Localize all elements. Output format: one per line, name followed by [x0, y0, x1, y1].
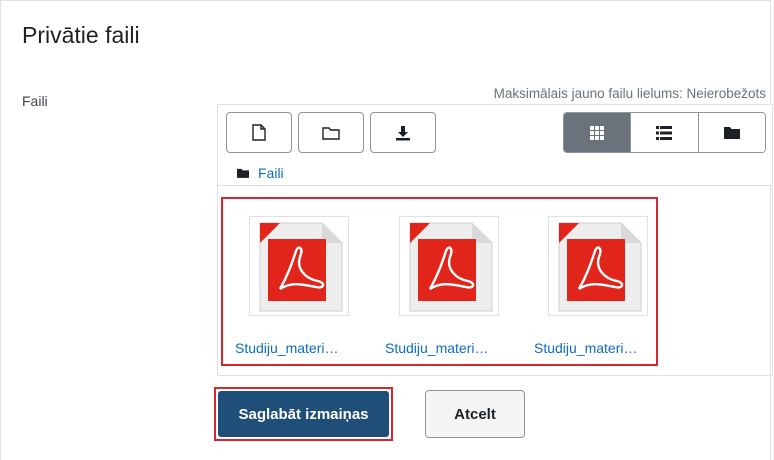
cancel-button[interactable]: Atcelt	[425, 390, 525, 438]
file-name[interactable]: Studiju_materi…	[385, 340, 489, 356]
max-file-size-text: Maksimālais jauno failu lielums: Neierob…	[493, 86, 766, 101]
file-thumbnail	[399, 216, 499, 316]
file-icon	[252, 124, 266, 141]
pdf-icon	[259, 222, 343, 312]
breadcrumb: Faili	[237, 165, 284, 181]
breadcrumb-root-link[interactable]: Faili	[258, 165, 284, 181]
file-manager-toolbar: Faili	[218, 105, 772, 186]
pdf-icon	[558, 222, 642, 312]
file-manager: Faili Studiju_materi… Studiju_materi… St…	[217, 104, 773, 376]
folder-icon	[322, 126, 340, 140]
tree-folder-icon	[723, 127, 740, 139]
save-button[interactable]: Saglabāt izmaiņas	[218, 391, 389, 437]
grid-icon	[590, 125, 605, 140]
page-title: Privātie faili	[22, 22, 140, 48]
file-item[interactable]: Studiju_materi…	[525, 216, 655, 361]
file-name[interactable]: Studiju_materi…	[534, 340, 638, 356]
file-list: Studiju_materi… Studiju_materi… Studiju_…	[221, 197, 658, 366]
file-thumbnail	[249, 216, 349, 316]
create-folder-button[interactable]	[298, 112, 364, 153]
files-field-label: Faili	[22, 93, 48, 109]
view-switcher	[563, 112, 766, 153]
file-item[interactable]: Studiju_materi…	[226, 216, 356, 361]
view-list-button[interactable]	[631, 113, 699, 152]
save-button-highlight: Saglabāt izmaiņas	[214, 387, 393, 441]
view-tree-button[interactable]	[698, 113, 765, 152]
add-file-button[interactable]	[226, 112, 292, 153]
private-files-card: Privātie faili Faili Maksimālais jauno f…	[0, 0, 773, 460]
file-thumbnail	[548, 216, 648, 316]
file-name[interactable]: Studiju_materi…	[235, 340, 339, 356]
download-icon	[396, 125, 410, 140]
folder-icon	[237, 168, 249, 178]
list-icon	[656, 125, 673, 140]
view-icons-button[interactable]	[564, 113, 632, 152]
file-item[interactable]: Studiju_materi…	[376, 216, 506, 361]
download-button[interactable]	[370, 112, 436, 153]
pdf-icon	[409, 222, 493, 312]
